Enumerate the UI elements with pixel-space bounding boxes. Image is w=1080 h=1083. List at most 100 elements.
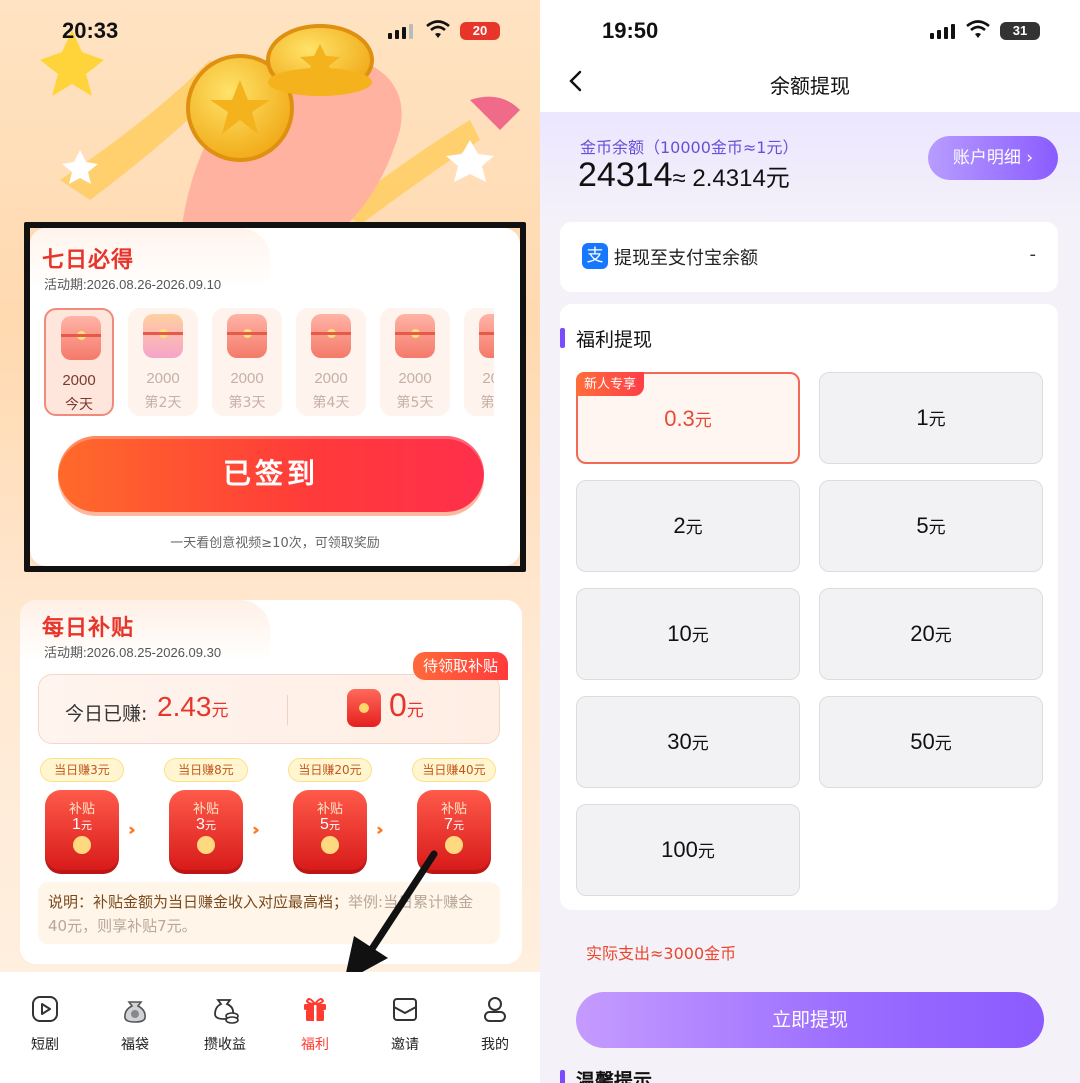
alipay-withdraw-target[interactable]: 支 提现至支付宝余额 - <box>560 222 1058 292</box>
earned-label: 今日已赚: <box>65 703 148 725</box>
tab-me[interactable]: 我的 <box>460 994 530 1054</box>
subsidy-tier-1[interactable]: 当日赚3元 补贴 1元 <box>38 758 126 874</box>
day-item-5[interactable]: 2000 第5天 <box>380 308 450 416</box>
day-label: 第6天 <box>480 395 494 411</box>
alipay-label: 提现至支付宝余额 <box>614 248 758 269</box>
day-item-4[interactable]: 2000 第4天 <box>296 308 366 416</box>
account-details-button[interactable]: 账户明细 › <box>928 136 1058 180</box>
battery-icon: 20 <box>460 22 500 40</box>
tab-lucky-bag[interactable]: 福袋 <box>100 994 170 1054</box>
cellular-signal-icon <box>930 24 955 39</box>
day-label: 今天 <box>65 397 93 413</box>
amount-option-100[interactable]: 100元 <box>576 804 800 896</box>
tab-short-drama[interactable]: 短剧 <box>10 994 80 1054</box>
seven-day-title: 七日必得 <box>42 248 135 273</box>
day-amount: 2000 <box>482 370 494 387</box>
tab-welfare[interactable]: 福利 <box>280 994 350 1054</box>
day-label: 第3天 <box>228 395 266 411</box>
tab-label: 攒收益 <box>204 1037 246 1053</box>
pending-subsidy-badge: 待领取补贴 <box>412 652 508 680</box>
lucky-bag-icon <box>124 1001 146 1023</box>
checked-envelope-icon <box>61 316 101 360</box>
amount-option-30[interactable]: 30元 <box>576 696 800 788</box>
tab-label: 短剧 <box>31 1037 59 1053</box>
coins-icon <box>214 999 239 1024</box>
seven-day-period: 活动期:2026.08.26-2026.09.10 <box>44 277 222 292</box>
coin-balance-value: 24314≈ 2.4314元 <box>578 156 790 194</box>
red-envelope-icon <box>479 314 494 358</box>
subsidy-tier-2[interactable]: 当日赚8元 补贴 3元 <box>162 758 250 874</box>
tab-savings[interactable]: 攒收益 <box>190 994 260 1054</box>
daily-subsidy-period: 活动期:2026.08.25-2026.09.30 <box>44 645 222 660</box>
new-user-badge: 新人专享 <box>576 372 645 396</box>
play-icon <box>32 996 58 1022</box>
wifi-icon <box>966 20 990 38</box>
status-bar: 19:50 31 <box>540 18 1080 48</box>
chevrons-right-icon: ››› <box>376 820 383 839</box>
signed-in-button[interactable]: 已签到 <box>58 436 484 512</box>
red-envelope-icon <box>227 314 267 358</box>
tips-heading: 温馨提示 <box>560 1066 652 1083</box>
day-amount: 2000 <box>314 370 348 387</box>
battery-icon: 31 <box>1000 22 1040 40</box>
actual-cost-text: 实际支出≈3000金币 <box>586 944 737 963</box>
day-amount: 2000 <box>62 372 96 389</box>
subsidy-value: 0元 <box>389 687 424 723</box>
annotation-arrow-icon <box>344 850 438 982</box>
day-amount: 2000 <box>230 370 264 387</box>
amount-option-10[interactable]: 10元 <box>576 588 800 680</box>
day-amount: 2000 <box>146 370 180 387</box>
earned-value: 2.43元 <box>157 691 229 722</box>
bottom-tab-bar: 短剧 福袋 攒收益 福利 邀请 我的 <box>0 972 540 1083</box>
tier-condition: 当日赚8元 <box>164 758 248 782</box>
gift-icon <box>304 998 326 1021</box>
tab-label: 我的 <box>481 1037 509 1053</box>
subsidy-box-icon: 补贴 1元 <box>45 790 119 874</box>
alipay-icon: 支 <box>582 243 608 269</box>
earned-summary: 今日已赚: 2.43元 0元 <box>38 674 500 744</box>
day-item-6[interactable]: 2000 第6天 <box>464 308 494 416</box>
amount-option-2[interactable]: 2元 <box>576 480 800 572</box>
alipay-value: - <box>1029 244 1037 265</box>
seven-day-card: 七日必得 活动期:2026.08.26-2026.09.10 2000 今天 2… <box>24 222 526 572</box>
amount-option-50[interactable]: 50元 <box>819 696 1043 788</box>
section-title: 福利提现 <box>576 329 653 351</box>
cellular-signal-icon <box>388 24 413 39</box>
tier-condition: 当日赚3元 <box>40 758 124 782</box>
tier-condition: 当日赚40元 <box>412 758 496 782</box>
tab-label: 福袋 <box>121 1037 149 1053</box>
day-list: 2000 今天 2000 第2天 2000 第3天 2000 第4天 2000 <box>44 308 494 420</box>
chevrons-right-icon: ››› <box>252 820 259 839</box>
day-item-today[interactable]: 2000 今天 <box>44 308 114 416</box>
day-label: 第2天 <box>144 395 182 411</box>
tab-invite[interactable]: 邀请 <box>370 994 440 1054</box>
gift-box-icon <box>143 314 183 358</box>
tab-label: 邀请 <box>391 1037 419 1053</box>
day-item-3[interactable]: 2000 第3天 <box>212 308 282 416</box>
status-bar: 20:33 20 <box>0 18 540 48</box>
amount-option-5[interactable]: 5元 <box>819 480 1043 572</box>
day-amount: 2000 <box>398 370 432 387</box>
amount-option-1[interactable]: 1元 <box>819 372 1043 464</box>
daily-subsidy-title: 每日补贴 <box>42 616 135 641</box>
withdraw-now-button[interactable]: 立即提现 <box>576 992 1044 1048</box>
welfare-withdraw-section: 福利提现 新人专享 0.3元 1元 2元 5元 10元 20元 30元 50元 … <box>560 304 1058 910</box>
amount-option-20[interactable]: 20元 <box>819 588 1043 680</box>
amount-option-0-3[interactable]: 新人专享 0.3元 <box>576 372 800 464</box>
day-item-2[interactable]: 2000 第2天 <box>128 308 198 416</box>
red-envelope-icon <box>347 689 381 727</box>
right-phone-screen: 19:50 31 余额提现 金币余额（10000金币≈1元） 24314≈ 2.… <box>540 0 1080 1083</box>
red-envelope-icon <box>311 314 351 358</box>
page-title: 余额提现 <box>770 74 850 98</box>
subsidy-box-icon: 补贴 3元 <box>169 790 243 874</box>
envelope-icon <box>393 998 417 1021</box>
day-label: 第4天 <box>312 395 350 411</box>
day-label: 第5天 <box>396 395 434 411</box>
status-time: 20:33 <box>62 18 119 43</box>
seven-day-hint: 一天看创意视频≥10次，可领取奖励 <box>170 536 380 551</box>
red-envelope-icon <box>395 314 435 358</box>
nav-header: 19:50 31 余额提现 <box>540 0 1080 112</box>
left-phone-screen: 20:33 20 七日必得 活动期:2026.08.26-2026.09.10 … <box>0 0 540 1083</box>
user-icon <box>484 997 506 1022</box>
wifi-icon <box>426 20 450 38</box>
